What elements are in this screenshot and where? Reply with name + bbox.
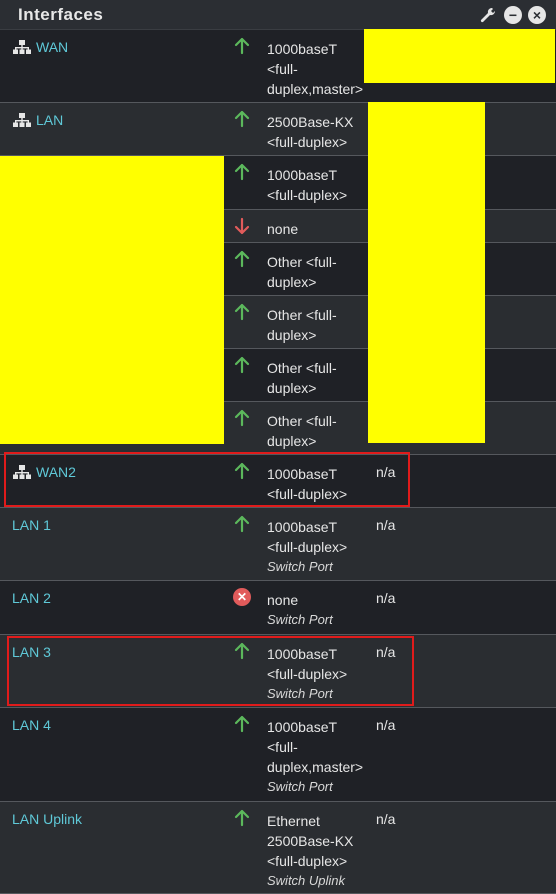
- close-icon[interactable]: ×: [528, 6, 546, 24]
- media-line: <full-duplex>: [267, 853, 348, 869]
- media-line: none: [267, 221, 299, 237]
- minimize-icon[interactable]: −: [504, 6, 522, 24]
- port-type: Switch Port: [267, 612, 333, 627]
- media-line: Other <full-: [267, 413, 337, 429]
- table-row: LAN 1 1000baseT <full-duplex> Switch Port n/…: [0, 508, 556, 581]
- interface-name[interactable]: LAN: [36, 112, 63, 128]
- media-line: none: [267, 592, 299, 608]
- media-line: 2500Base-KX: [267, 833, 354, 849]
- media-line: duplex>: [267, 327, 317, 343]
- interfaces-widget: Interfaces − × WAN 1000baseT <full-duplex,…: [0, 0, 556, 894]
- interface-name[interactable]: WAN: [36, 39, 68, 55]
- interface-name[interactable]: LAN 2: [12, 590, 51, 606]
- ip-address: n/a: [376, 590, 396, 606]
- widget-title: Interfaces: [18, 5, 104, 24]
- media-line: <full-: [267, 739, 298, 755]
- widget-controls: − ×: [478, 6, 546, 24]
- interface-name[interactable]: LAN 4: [12, 717, 51, 733]
- ip-address: n/a: [376, 717, 396, 733]
- media-line: Other <full-: [267, 307, 337, 323]
- media-line: 2500Base-KX: [267, 114, 354, 130]
- network-icon: [13, 113, 31, 127]
- arrow-up-icon: [234, 163, 250, 181]
- redaction-box: [364, 29, 555, 83]
- arrow-up-icon: [234, 809, 250, 827]
- interface-link[interactable]: LAN 4: [12, 717, 51, 733]
- interface-link[interactable]: LAN 2: [12, 590, 51, 606]
- arrow-up-icon: [234, 515, 250, 533]
- interface-name[interactable]: LAN 1: [12, 517, 51, 533]
- media-text: Other <full-duplex>: [267, 358, 367, 398]
- media-line: duplex>: [267, 380, 317, 396]
- media-text: Other <full-duplex>: [267, 305, 367, 345]
- media-line: Other <full-: [267, 360, 337, 376]
- media-line: <full-duplex>: [267, 134, 348, 150]
- highlight-box: [4, 452, 410, 507]
- interface-link[interactable]: LAN Uplink: [12, 811, 82, 827]
- media-text: none: [267, 219, 367, 239]
- arrow-up-icon: [234, 250, 250, 268]
- interface-link[interactable]: LAN: [12, 112, 63, 128]
- interface-link[interactable]: LAN 1: [12, 517, 51, 533]
- media-line: <full-duplex>: [267, 187, 348, 203]
- network-icon: [13, 40, 31, 54]
- ip-address: n/a: [376, 811, 396, 827]
- media-line: duplex>: [267, 433, 317, 449]
- ip-address: n/a: [376, 517, 396, 533]
- interface-name[interactable]: LAN Uplink: [12, 811, 82, 827]
- media-line: 1000baseT: [267, 167, 338, 183]
- interface-link[interactable]: WAN: [12, 39, 68, 55]
- media-line: 1000baseT: [267, 719, 338, 735]
- media-text: 1000baseT <full-duplex>: [267, 165, 367, 205]
- arrow-up-icon: [234, 715, 250, 733]
- arrow-down-icon: [234, 217, 250, 235]
- media-line: <full-: [267, 61, 298, 77]
- arrow-up-icon: [234, 37, 250, 55]
- widget-header: Interfaces − ×: [0, 0, 556, 30]
- media-line: <full-duplex>: [267, 539, 348, 555]
- arrow-up-icon: [234, 356, 250, 374]
- media-text: 2500Base-KX <full-duplex>: [267, 112, 367, 152]
- media-line: duplex,master>: [267, 759, 364, 775]
- media-line: 1000baseT: [267, 519, 338, 535]
- highlight-box: [7, 636, 414, 706]
- media-line: Ethernet: [267, 813, 320, 829]
- media-text: 1000baseT <full-duplex,master> Switch Port: [267, 717, 367, 797]
- port-type: Switch Port: [267, 779, 333, 794]
- media-text: Ethernet 2500Base-KX <full-duplex> Switch U…: [267, 811, 367, 891]
- wrench-icon[interactable]: [478, 6, 498, 24]
- port-type: Switch Port: [267, 559, 333, 574]
- media-line: 1000baseT: [267, 41, 338, 57]
- no-carrier-icon: ✕: [233, 588, 251, 606]
- arrow-up-icon: [234, 110, 250, 128]
- arrow-up-icon: [234, 303, 250, 321]
- redaction-box: [0, 156, 224, 444]
- media-line: duplex>: [267, 274, 317, 290]
- arrow-up-icon: [234, 409, 250, 427]
- media-text: none Switch Port: [267, 590, 367, 630]
- media-text: 1000baseT <full-duplex,master>: [267, 39, 367, 99]
- redaction-box: [368, 102, 485, 443]
- media-line: Other <full-: [267, 254, 337, 270]
- media-line: duplex,master>: [267, 81, 364, 97]
- port-type: Switch Uplink: [267, 873, 346, 888]
- media-text: Other <full-duplex>: [267, 252, 367, 292]
- table-row: LAN Uplink Ethernet 2500Base-KX <full-duple…: [0, 802, 556, 894]
- media-text: Other <full-duplex>: [267, 411, 367, 451]
- table-row: LAN 2 ✕ none Switch Port n/a: [0, 581, 556, 635]
- media-text: 1000baseT <full-duplex> Switch Port: [267, 517, 367, 577]
- table-row: LAN 4 1000baseT <full-duplex,master> Switch…: [0, 708, 556, 802]
